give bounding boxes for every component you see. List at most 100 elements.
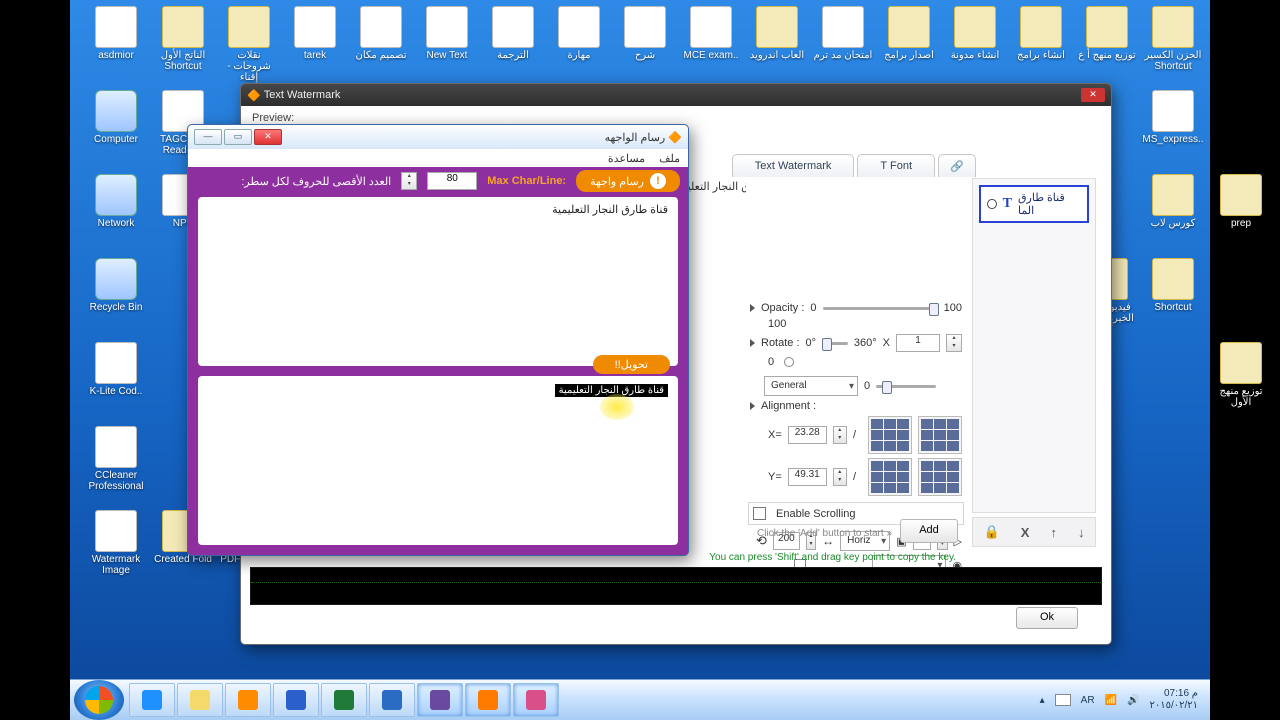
x-input[interactable]: 23.28 <box>788 426 827 444</box>
move-down-icon[interactable]: ↓ <box>1078 525 1085 540</box>
taskbar-app-firefox[interactable] <box>465 683 511 717</box>
desktop-icon[interactable]: asdmior <box>85 6 147 61</box>
general-slider[interactable] <box>876 385 936 388</box>
clock[interactable]: 07:16 م ٢٠١٥/٠٢/٢١ <box>1149 688 1198 712</box>
desktop-icon[interactable]: MCE exam.. <box>680 6 742 61</box>
desktop-icon[interactable]: امتحان مد ترم <box>812 6 874 61</box>
desktop-icon[interactable]: انشاء مدونة <box>944 6 1006 61</box>
desktop-icon[interactable]: توزيع منهج أ ع <box>1076 6 1138 61</box>
desktop-icon[interactable]: Shortcut <box>1142 258 1204 313</box>
lang-indicator[interactable]: AR <box>1081 695 1095 706</box>
desktop-icon[interactable]: Network <box>85 174 147 229</box>
desktop-icon[interactable]: تصميم مكان <box>350 6 412 61</box>
desktop-icon[interactable]: tarek <box>284 6 346 61</box>
icon-label: نقلات شروحات - إقناء <box>218 50 280 83</box>
max-char-input[interactable]: 80 <box>427 172 477 190</box>
window-titlebar[interactable]: 🔶 رسام الواجهه — ▭ ✕ <box>188 125 688 149</box>
folder-icon <box>162 6 204 48</box>
tab-text-watermark[interactable]: Text Watermark <box>732 154 855 177</box>
convert-button[interactable]: !!تحويل <box>593 355 670 374</box>
align-grid-3[interactable] <box>868 458 912 496</box>
scroll-checkbox[interactable] <box>753 507 766 520</box>
rotate-times-input[interactable]: 1 <box>896 334 940 352</box>
window-titlebar[interactable]: 🔶 Text Watermark ✕ <box>241 84 1111 106</box>
taskbar-app-wmp[interactable] <box>225 683 271 717</box>
folder-icon <box>1220 174 1262 216</box>
move-up-icon[interactable]: ↑ <box>1050 525 1057 540</box>
rotate-slider[interactable] <box>822 342 848 345</box>
close-icon[interactable]: ✕ <box>1081 88 1105 102</box>
spinner[interactable]: ▴▾ <box>946 334 962 352</box>
expand-icon[interactable] <box>750 304 755 312</box>
desktop-icon[interactable]: الحزن الكسير Shortcut <box>1142 6 1204 72</box>
taskbar-app-app1[interactable] <box>417 683 463 717</box>
taskbar-app-cmd[interactable] <box>369 683 415 717</box>
tab-font[interactable]: T Font <box>857 154 935 177</box>
spinner[interactable]: ▴▾ <box>833 426 847 444</box>
desktop-icon[interactable]: مهارة <box>548 6 610 61</box>
taskbar-app-ie[interactable] <box>129 683 175 717</box>
align-grid-2[interactable] <box>918 416 962 454</box>
cursor-highlight <box>600 394 634 420</box>
desktop-icon[interactable]: نقلات شروحات - إقناء <box>218 6 280 83</box>
desktop-icon[interactable]: K-Lite Cod.. <box>85 342 147 397</box>
opacity-slider[interactable] <box>823 307 938 310</box>
desktop-icon[interactable]: Recycle Bin <box>85 258 147 313</box>
desktop-icon[interactable]: MS_express.. <box>1142 90 1204 145</box>
align-grid-4[interactable] <box>918 458 962 496</box>
rotate-keyframe-icon[interactable] <box>784 357 794 367</box>
desktop-icon[interactable]: توزيع منهج الأول <box>1210 342 1272 408</box>
desktop-icon[interactable]: العاب اندرويد <box>746 6 808 61</box>
taskbar-app-word[interactable] <box>273 683 319 717</box>
desktop-icon[interactable]: Watermark Image <box>85 510 147 576</box>
desktop-icon[interactable]: CCleaner Professional <box>85 426 147 492</box>
taskbar-app-explorer[interactable] <box>177 683 223 717</box>
menu-help[interactable]: مساعدة <box>608 152 645 165</box>
tray-chevron-icon[interactable]: ▴ <box>1040 695 1045 706</box>
input-pane[interactable]: قناة طارق النجار التعليمية <box>198 197 678 366</box>
desktop-icon[interactable]: كورس لاب <box>1142 174 1204 229</box>
maximize-icon[interactable]: ▭ <box>224 129 252 145</box>
output-pane[interactable]: قناة طارق النجار التعليمية <box>198 376 678 545</box>
desktop-icon[interactable]: New Text <box>416 6 478 61</box>
start-button[interactable] <box>74 680 124 720</box>
expand-icon[interactable] <box>750 402 755 410</box>
lock-icon[interactable]: 🔒 <box>984 524 1000 540</box>
desktop-icon[interactable]: prep <box>1210 174 1272 229</box>
align-grid-1[interactable] <box>868 416 912 454</box>
taskbar-app-excel[interactable] <box>321 683 367 717</box>
icon-label: New Text <box>416 50 478 61</box>
timeline[interactable] <box>250 567 1102 605</box>
minimize-icon[interactable]: — <box>194 129 222 145</box>
ok-button[interactable]: Ok <box>1016 607 1078 629</box>
spinner[interactable]: ▴▾ <box>833 468 847 486</box>
blend-mode-select[interactable]: General <box>764 376 858 396</box>
add-hint: Click the 'Add' button to start » <box>757 528 892 539</box>
spinner[interactable]: ▴▾ <box>401 172 417 190</box>
desktop-icon[interactable]: Computer <box>85 90 147 145</box>
taskbar-app-app2[interactable] <box>513 683 559 717</box>
radio-icon[interactable] <box>987 199 997 209</box>
watermark-list-item[interactable]: T قناة طارق الما <box>979 185 1089 223</box>
tab-link-icon[interactable]: 🔗 <box>938 154 976 177</box>
menu-file[interactable]: ملف <box>659 152 680 165</box>
desktop-icon[interactable]: الترجمة <box>482 6 544 61</box>
ie-icon <box>142 690 162 710</box>
lang-flag-icon[interactable] <box>1055 694 1071 706</box>
desktop-icon[interactable]: شرح <box>614 6 676 61</box>
desktop-icon[interactable]: اصدار برامج <box>878 6 940 61</box>
desktop-icon[interactable]: الناتج الأول Shortcut <box>152 6 214 72</box>
desktop-icon[interactable]: انشاء برامج <box>1010 6 1072 61</box>
delete-icon[interactable]: X <box>1021 525 1030 540</box>
close-icon[interactable]: ✕ <box>254 129 282 145</box>
volume-icon[interactable]: 🔊 <box>1127 695 1139 706</box>
add-button[interactable]: Add <box>900 519 958 543</box>
expand-icon[interactable] <box>750 339 755 347</box>
taskbar: ▴ AR 📶 🔊 07:16 م ٢٠١٥/٠٢/٢١ <box>70 679 1210 720</box>
desktop: asdmiorالناتج الأول Shortcutنقلات شروحات… <box>70 0 1210 680</box>
icon-label: العاب اندرويد <box>746 50 808 61</box>
network-icon[interactable]: 📶 <box>1105 695 1117 706</box>
system-tray[interactable]: ▴ AR 📶 🔊 07:16 م ٢٠١٥/٠٢/٢١ <box>1028 688 1210 712</box>
y-input[interactable]: 49.31 <box>788 468 827 486</box>
icon-label: MCE exam.. <box>680 50 742 61</box>
